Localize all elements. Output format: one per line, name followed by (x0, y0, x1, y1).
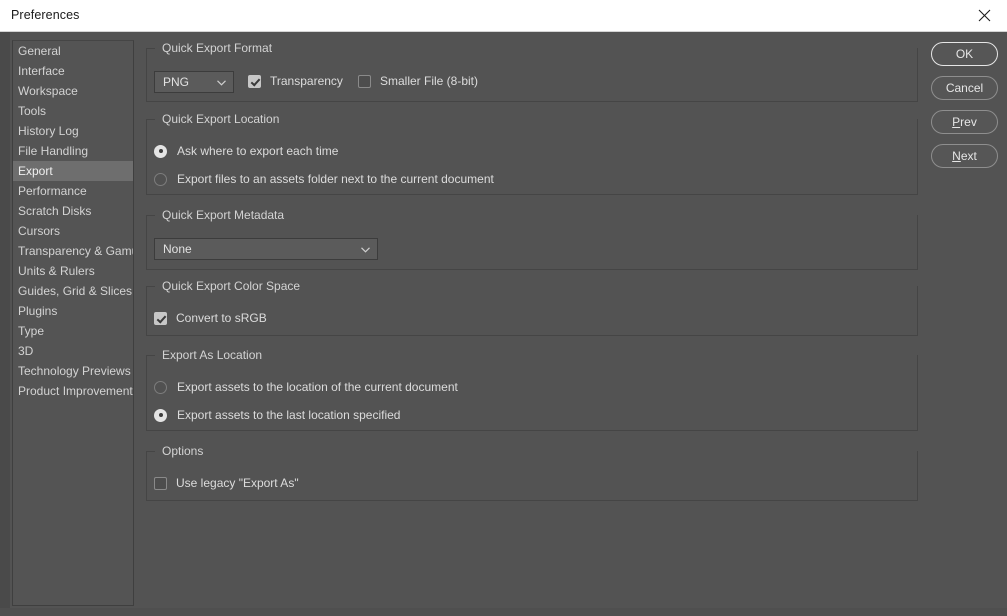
radio-export-to-last-location-label: Export assets to the last location speci… (177, 408, 401, 422)
sidebar-item-tools[interactable]: Tools (13, 101, 133, 121)
sidebar-item-label: Workspace (18, 84, 78, 98)
sidebar-item-scratch-disks[interactable]: Scratch Disks (13, 201, 133, 221)
quick-export-format-select-wrap: PNGJPGGIFSVG (154, 71, 234, 93)
cancel-button-label: Cancel (945, 81, 984, 95)
bottom-gutter (0, 608, 1007, 616)
group-quick-export-color-space: Quick Export Color Space Convert to sRGB (146, 279, 918, 336)
sidebar-item-label: Plugins (18, 304, 58, 318)
sidebar-item-transparency-gamut[interactable]: Transparency & Gamut (13, 241, 133, 261)
sidebar-item-guides-grid-slices[interactable]: Guides, Grid & Slices (13, 281, 133, 301)
sidebar-item-general[interactable]: General (13, 41, 133, 61)
sidebar-item-label: Type (18, 324, 45, 338)
sidebar-item-label: Guides, Grid & Slices (18, 284, 133, 298)
use-legacy-export-as-checkbox-row[interactable]: Use legacy "Export As" (154, 476, 299, 490)
sidebar-item-3d[interactable]: 3D (13, 341, 133, 361)
radio-export-to-last-location[interactable]: Export assets to the last location speci… (154, 408, 400, 422)
sidebar-item-label: Interface (18, 64, 65, 78)
sidebar-item-label: Tools (18, 104, 47, 118)
group-title-quick-export-location: Quick Export Location (157, 112, 285, 126)
sidebar-item-label: History Log (18, 124, 79, 138)
radio-export-to-current-document-location-label: Export assets to the location of the cur… (177, 380, 458, 394)
convert-to-srgb-checkbox-row[interactable]: Convert to sRGB (154, 311, 267, 325)
radio-export-to-assets-folder-button[interactable] (154, 172, 167, 186)
use-legacy-export-as-label: Use legacy "Export As" (176, 476, 299, 490)
sidebar-item-label: Performance (18, 184, 87, 198)
sidebar-item-plugins[interactable]: Plugins (13, 301, 133, 321)
cancel-button[interactable]: Cancel (931, 76, 998, 100)
radio-export-to-assets-folder-label: Export files to an assets folder next to… (177, 172, 494, 186)
sidebar-item-label: Transparency & Gamut (18, 244, 134, 258)
group-export-as-location: Export As Location Export assets to the … (146, 348, 918, 431)
radio-ask-where-to-export-button[interactable] (154, 144, 167, 158)
sidebar-item-cursors[interactable]: Cursors (13, 221, 133, 241)
group-title-quick-export-metadata: Quick Export Metadata (157, 208, 290, 222)
quick-export-metadata-select[interactable]: NoneCopyright and Contact InfoAll (154, 238, 378, 260)
group-title-quick-export-color-space: Quick Export Color Space (157, 279, 306, 293)
convert-to-srgb-checkbox[interactable] (154, 311, 167, 325)
sidebar-item-export[interactable]: Export (13, 161, 133, 181)
radio-export-to-current-document-location[interactable]: Export assets to the location of the cur… (154, 380, 458, 394)
sidebar-item-interface[interactable]: Interface (13, 61, 133, 81)
sidebar-item-label: File Handling (18, 144, 89, 158)
sidebar-item-units-rulers[interactable]: Units & Rulers (13, 261, 133, 281)
radio-ask-where-to-export-label: Ask where to export each time (177, 144, 339, 158)
group-title-quick-export-format: Quick Export Format (157, 41, 278, 55)
sidebar-item-technology-previews[interactable]: Technology Previews (13, 361, 133, 381)
preferences-category-list[interactable]: General Interface Workspace Tools History Lo… (12, 40, 134, 606)
left-gutter (0, 32, 10, 616)
prev-button[interactable]: Prev (931, 110, 998, 134)
quick-export-format-select[interactable]: PNGJPGGIFSVG (154, 71, 234, 93)
group-quick-export-format: Quick Export Format PNGJPGGIFSVG Transpa… (146, 41, 918, 102)
sidebar-item-label: Scratch Disks (18, 204, 92, 218)
group-title-export-as-location: Export As Location (157, 348, 268, 362)
group-title-options: Options (157, 444, 209, 458)
group-quick-export-metadata: Quick Export Metadata NoneCopyright and … (146, 208, 918, 270)
convert-to-srgb-label: Convert to sRGB (176, 311, 267, 325)
close-icon[interactable] (961, 0, 1007, 31)
radio-ask-where-to-export[interactable]: Ask where to export each time (154, 144, 338, 158)
radio-export-to-last-location-button[interactable] (154, 408, 167, 422)
preferences-window: Preferences General Interface Workspace Too… (0, 0, 1007, 616)
group-quick-export-location: Quick Export Location Ask where to expor… (146, 112, 918, 195)
sidebar-item-label: Cursors (18, 224, 61, 238)
title-bar: Preferences (0, 0, 1007, 32)
ok-button-label: OK (955, 47, 974, 61)
transparency-checkbox-row[interactable]: Transparency (248, 74, 343, 88)
quick-export-metadata-select-wrap: NoneCopyright and Contact InfoAll (154, 238, 378, 260)
sidebar-item-label: Product Improvement (18, 384, 133, 398)
sidebar-item-label: 3D (18, 344, 34, 358)
use-legacy-export-as-checkbox[interactable] (154, 476, 167, 490)
transparency-checkbox[interactable] (248, 74, 261, 88)
smaller-file-checkbox[interactable] (358, 74, 371, 88)
smaller-file-label: Smaller File (8-bit) (380, 74, 479, 88)
sidebar-item-workspace[interactable]: Workspace (13, 81, 133, 101)
ok-button[interactable]: OK (931, 42, 998, 66)
sidebar-item-label: Technology Previews (18, 364, 131, 378)
prev-button-label: Prev (952, 115, 977, 129)
transparency-label: Transparency (270, 74, 343, 88)
sidebar-item-file-handling[interactable]: File Handling (13, 141, 133, 161)
sidebar-item-label: Units & Rulers (18, 264, 95, 278)
smaller-file-checkbox-row[interactable]: Smaller File (8-bit) (358, 74, 478, 88)
sidebar-item-type[interactable]: Type (13, 321, 133, 341)
radio-export-to-current-document-location-button[interactable] (154, 380, 167, 394)
next-button-label: Next (952, 149, 977, 163)
sidebar-item-history-log[interactable]: History Log (13, 121, 133, 141)
sidebar-item-product-improvement[interactable]: Product Improvement (13, 381, 133, 401)
sidebar-item-label: Export (18, 164, 53, 178)
window-title: Preferences (11, 8, 80, 22)
radio-export-to-assets-folder[interactable]: Export files to an assets folder next to… (154, 172, 494, 186)
sidebar-item-label: General (18, 44, 61, 58)
sidebar-item-performance[interactable]: Performance (13, 181, 133, 201)
group-options: Options Use legacy "Export As" (146, 444, 918, 501)
next-button[interactable]: Next (931, 144, 998, 168)
